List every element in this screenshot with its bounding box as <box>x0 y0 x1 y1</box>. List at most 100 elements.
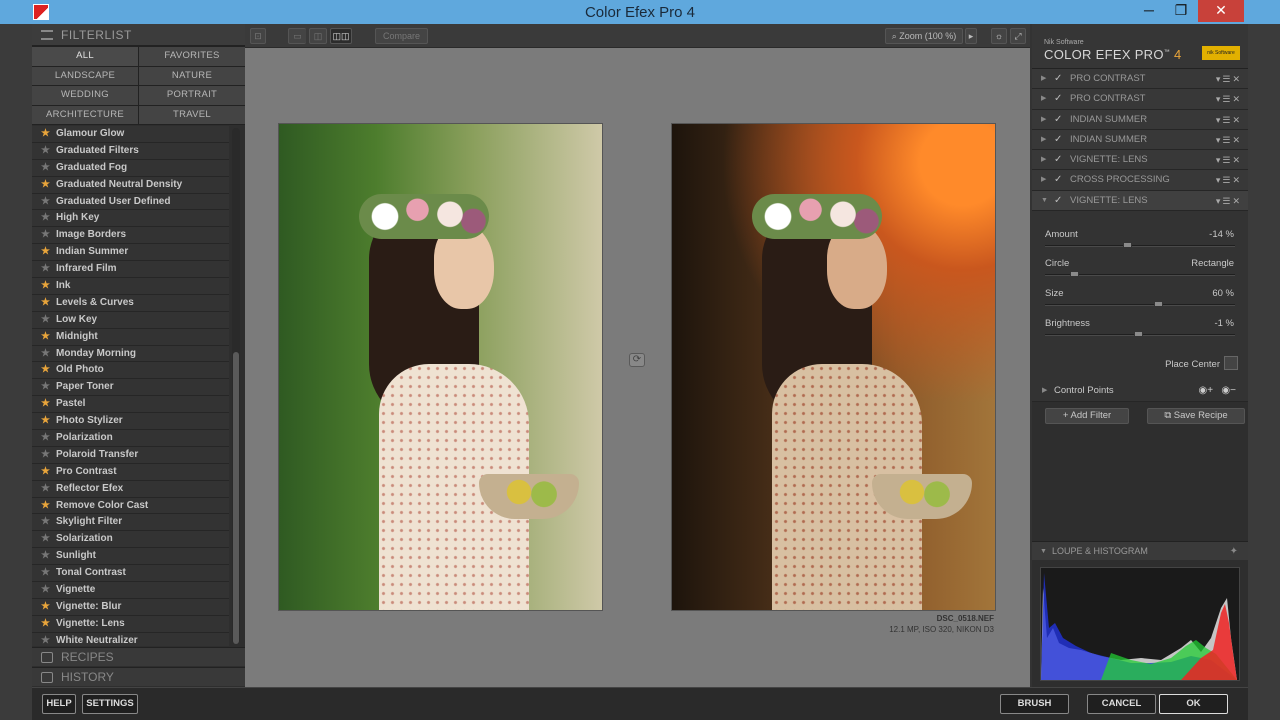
ok-button[interactable]: OK <box>1159 694 1228 714</box>
amount-slider[interactable] <box>1045 242 1235 249</box>
filter-list-item[interactable]: ★ Pastel <box>32 396 229 414</box>
filter-list-item[interactable]: ★ Glamour Glow <box>32 126 229 143</box>
filter-options-icon[interactable]: ▾☰✕ <box>1216 110 1242 130</box>
filterlist-header[interactable]: FILTERLIST <box>32 24 245 46</box>
favorite-star-icon[interactable]: ★ <box>41 430 50 446</box>
control-point-tools-icon[interactable]: ◉+ ◉− <box>1199 385 1236 396</box>
filter-list-item[interactable]: ★ Photo Stylizer <box>32 413 229 431</box>
shape-slider[interactable] <box>1045 271 1235 278</box>
history-section[interactable]: HISTORY <box>32 667 245 686</box>
enable-checkbox[interactable]: ✓ <box>1054 69 1062 89</box>
filter-list-item[interactable]: ★ White Neutralizer <box>32 632 229 646</box>
scrollbar-thumb[interactable] <box>233 352 239 644</box>
favorite-star-icon[interactable]: ★ <box>41 312 50 328</box>
zoom-button[interactable]: ⌕ Zoom (100 %) <box>885 28 963 44</box>
recipes-section[interactable]: RECIPES <box>32 647 245 666</box>
filter-list-item[interactable]: ★ Sunlight <box>32 548 229 566</box>
control-points-row[interactable]: ▶ Control Points ◉+ ◉− <box>1032 380 1248 402</box>
filter-options-icon[interactable]: ▾☰✕ <box>1216 130 1242 150</box>
filter-list-item[interactable]: ★ Ink <box>32 278 229 295</box>
add-filter-button[interactable]: + Add Filter <box>1045 408 1129 424</box>
favorite-star-icon[interactable]: ★ <box>41 210 50 226</box>
favorite-star-icon[interactable]: ★ <box>41 177 50 193</box>
favorite-star-icon[interactable]: ★ <box>41 498 50 514</box>
category-all[interactable]: ALL <box>32 47 138 66</box>
favorite-star-icon[interactable]: ★ <box>41 329 50 345</box>
filter-options-icon[interactable]: ▾☰✕ <box>1216 150 1242 170</box>
swap-views-icon[interactable]: ⟳ <box>629 353 645 367</box>
settings-button[interactable]: SETTINGS <box>82 694 138 714</box>
category-landscape[interactable]: LANDSCAPE <box>32 66 138 85</box>
split-view-icon[interactable]: ◫ <box>309 28 327 44</box>
size-slider-knob[interactable] <box>1153 301 1163 308</box>
favorite-star-icon[interactable]: ★ <box>41 481 50 497</box>
favorite-star-icon[interactable]: ★ <box>41 143 50 159</box>
filter-list-item[interactable]: ★ Old Photo <box>32 362 229 380</box>
stack-filter-row[interactable]: ▶ ✓ INDIAN SUMMER ▾☰✕ <box>1032 129 1248 151</box>
shape-slider-knob[interactable] <box>1070 271 1080 278</box>
loupe-header[interactable]: ▼ LOUPE & HISTOGRAM ✦ <box>1032 541 1248 560</box>
category-wedding[interactable]: WEDDING <box>32 86 138 105</box>
zoom-arrow-icon[interactable]: ▸ <box>965 28 977 44</box>
favorite-star-icon[interactable]: ★ <box>41 379 50 395</box>
amount-slider-knob[interactable] <box>1122 242 1132 249</box>
filter-list-item[interactable]: ★ Vignette: Lens <box>32 615 229 633</box>
filter-list-item[interactable]: ★ Low Key <box>32 311 229 329</box>
favorite-star-icon[interactable]: ★ <box>41 531 50 547</box>
expand-arrow-icon[interactable]: ▶ <box>1041 110 1046 130</box>
favorite-star-icon[interactable]: ★ <box>41 227 50 243</box>
close-button[interactable]: ✕ <box>1198 0 1244 22</box>
place-center-label[interactable]: Place Center <box>1165 359 1220 370</box>
filter-list-item[interactable]: ★ Graduated User Defined <box>32 193 229 211</box>
place-center-icon[interactable] <box>1224 356 1238 371</box>
expand-arrow-icon[interactable]: ▶ <box>1041 89 1046 109</box>
minimize-button[interactable]: ─ <box>1134 0 1164 22</box>
category-portrait[interactable]: PORTRAIT <box>139 86 245 105</box>
filter-options-icon[interactable]: ▾☰✕ <box>1216 191 1242 211</box>
favorite-star-icon[interactable]: ★ <box>41 362 50 378</box>
browser-toggle-icon[interactable]: ⊡ <box>250 28 266 44</box>
filter-list-item[interactable]: ★ Infrared Film <box>32 261 229 279</box>
filter-list-item[interactable]: ★ Graduated Neutral Density <box>32 176 229 194</box>
enable-checkbox[interactable]: ✓ <box>1054 170 1062 190</box>
favorite-star-icon[interactable]: ★ <box>41 160 50 176</box>
enable-checkbox[interactable]: ✓ <box>1054 150 1062 170</box>
category-nature[interactable]: NATURE <box>139 66 245 85</box>
filter-list-item[interactable]: ★ Levels & Curves <box>32 294 229 312</box>
enable-checkbox[interactable]: ✓ <box>1054 89 1062 109</box>
favorite-star-icon[interactable]: ★ <box>41 244 50 260</box>
favorite-star-icon[interactable]: ★ <box>41 447 50 463</box>
filter-list-item[interactable]: ★ Vignette <box>32 582 229 599</box>
stack-filter-row[interactable]: ▶ ✓ VIGNETTE: LENS ▾☰✕ <box>1032 150 1248 171</box>
compare-button[interactable]: Compare <box>375 28 428 44</box>
favorite-star-icon[interactable]: ★ <box>41 514 50 530</box>
filter-list-item[interactable]: ★ Tonal Contrast <box>32 565 229 583</box>
favorite-star-icon[interactable]: ★ <box>41 126 50 142</box>
filter-list-item[interactable]: ★ Midnight <box>32 328 229 346</box>
filter-list-item[interactable]: ★ Paper Toner <box>32 379 229 397</box>
favorite-star-icon[interactable]: ★ <box>41 582 50 598</box>
filter-list-item[interactable]: ★ Indian Summer <box>32 244 229 262</box>
favorite-star-icon[interactable]: ★ <box>41 261 50 277</box>
favorite-star-icon[interactable]: ★ <box>41 413 50 429</box>
expand-arrow-icon[interactable]: ▶ <box>1041 130 1046 150</box>
category-travel[interactable]: TRAVEL <box>139 105 245 124</box>
favorite-star-icon[interactable]: ★ <box>41 616 50 632</box>
filter-list-item[interactable]: ★ Remove Color Cast <box>32 497 229 515</box>
favorite-star-icon[interactable]: ★ <box>41 396 50 412</box>
filter-list-item[interactable]: ★ Graduated Fog <box>32 159 229 177</box>
cancel-button[interactable]: CANCEL <box>1087 694 1156 714</box>
favorite-star-icon[interactable]: ★ <box>41 194 50 210</box>
stack-filter-row[interactable]: ▶ ✓ PRO CONTRAST ▾☰✕ <box>1032 89 1248 110</box>
category-favorites[interactable]: FAVORITES <box>139 47 245 66</box>
expand-arrow-icon[interactable]: ▶ <box>1041 69 1046 89</box>
favorite-star-icon[interactable]: ★ <box>41 548 50 564</box>
single-view-icon[interactable]: ▭ <box>288 28 306 44</box>
filter-list-item[interactable]: ★ High Key <box>32 210 229 228</box>
stack-filter-row[interactable]: ▶ ✓ PRO CONTRAST ▾☰✕ <box>1032 69 1248 90</box>
collapse-arrow-icon[interactable]: ▼ <box>1041 191 1048 211</box>
favorite-star-icon[interactable]: ★ <box>41 295 50 311</box>
maximize-button[interactable]: ❐ <box>1166 0 1196 22</box>
filter-list-item[interactable]: ★ Polarization <box>32 430 229 447</box>
filter-list-item[interactable]: ★ Reflector Efex <box>32 480 229 498</box>
